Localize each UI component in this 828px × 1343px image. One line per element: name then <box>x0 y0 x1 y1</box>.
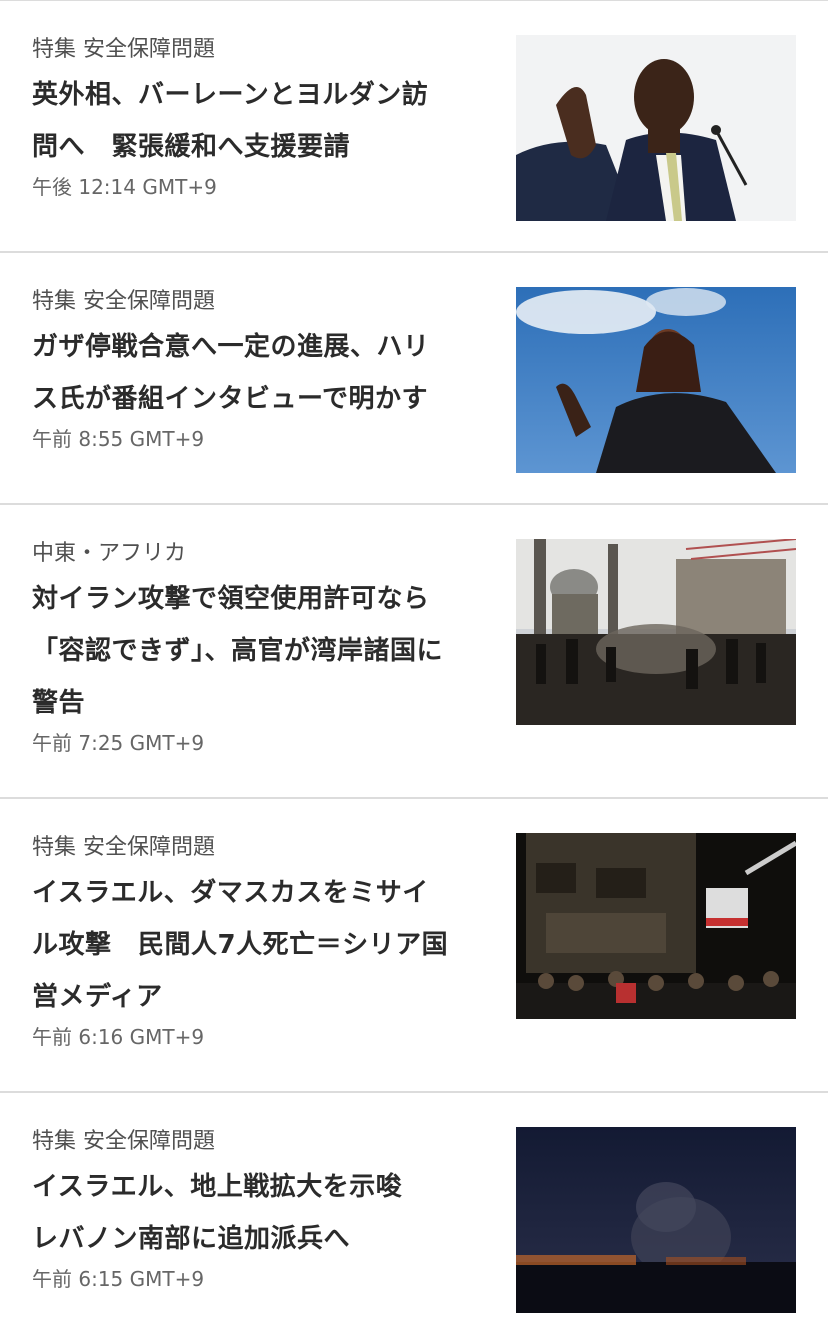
news-item-headline[interactable]: イスラエル、ダマスカスをミサイ ル攻撃 民間人7人死亡＝シリア国 営メディア <box>32 867 500 1023</box>
news-item-headline[interactable]: 対イラン攻撃で領空使用許可なら 「容認できず」、高官が湾岸諸国に 警告 <box>32 573 500 729</box>
news-item-text: 特集 安全保障問題 イスラエル、地上戦拡大を示唆 レバノン南部に追加派兵へ 午前… <box>32 1127 500 1342</box>
news-item-kicker[interactable]: 特集 安全保障問題 <box>32 833 500 863</box>
damaged-building-photo <box>516 833 796 1019</box>
smoke-city-night-photo <box>516 1127 796 1313</box>
news-item-thumbnail[interactable] <box>516 1127 796 1313</box>
news-item-text: 特集 安全保障問題 イスラエル、ダマスカスをミサイ ル攻撃 民間人7人死亡＝シリ… <box>32 833 500 1091</box>
news-item-timestamp: 午前 7:25 GMT+9 <box>32 731 205 755</box>
news-item-kicker[interactable]: 中東・アフリカ <box>32 539 500 569</box>
news-item[interactable]: 特集 安全保障問題 イスラエル、ダマスカスをミサイ ル攻撃 民間人7人死亡＝シリ… <box>0 799 828 1093</box>
news-item-kicker[interactable]: 特集 安全保障問題 <box>32 35 500 65</box>
news-item-timestamp: 午前 6:15 GMT+9 <box>32 1267 205 1291</box>
news-item[interactable]: 特集 安全保障問題 英外相、バーレーンとヨルダン訪 問へ 緊張緩和へ支援要請 午… <box>0 1 828 253</box>
news-item-kicker[interactable]: 特集 安全保障問題 <box>32 287 500 317</box>
news-item-timestamp: 午前 6:16 GMT+9 <box>32 1025 205 1049</box>
news-item-timestamp: 午前 8:55 GMT+9 <box>32 427 205 451</box>
news-item-thumbnail[interactable] <box>516 287 796 473</box>
news-item-text: 特集 安全保障問題 英外相、バーレーンとヨルダン訪 問へ 緊張緩和へ支援要請 午… <box>32 35 500 251</box>
news-item-headline[interactable]: ガザ停戦合意へ一定の進展、ハリ ス氏が番組インタビューで明かす <box>32 321 500 425</box>
news-item-text: 特集 安全保障問題 ガザ停戦合意へ一定の進展、ハリ ス氏が番組インタビューで明か… <box>32 287 500 503</box>
news-item-thumbnail[interactable] <box>516 539 796 725</box>
news-item[interactable]: 特集 安全保障問題 イスラエル、地上戦拡大を示唆 レバノン南部に追加派兵へ 午前… <box>0 1093 828 1342</box>
news-item-headline[interactable]: イスラエル、地上戦拡大を示唆 レバノン南部に追加派兵へ <box>32 1161 500 1265</box>
news-item-headline[interactable]: 英外相、バーレーンとヨルダン訪 問へ 緊張緩和へ支援要請 <box>32 69 500 173</box>
news-item-thumbnail[interactable] <box>516 35 796 221</box>
news-item-text: 中東・アフリカ 対イラン攻撃で領空使用許可なら 「容認できず」、高官が湾岸諸国に… <box>32 539 500 797</box>
news-item[interactable]: 中東・アフリカ 対イラン攻撃で領空使用許可なら 「容認できず」、高官が湾岸諸国に… <box>0 505 828 799</box>
blue-sky-portrait-photo <box>516 287 796 473</box>
crowd-mosque-photo <box>516 539 796 725</box>
minister-photo <box>516 35 796 221</box>
news-item-thumbnail[interactable] <box>516 833 796 1019</box>
news-item[interactable]: 特集 安全保障問題 ガザ停戦合意へ一定の進展、ハリ ス氏が番組インタビューで明か… <box>0 253 828 505</box>
news-feed: 特集 安全保障問題 英外相、バーレーンとヨルダン訪 問へ 緊張緩和へ支援要請 午… <box>0 1 828 1342</box>
news-item-timestamp: 午後 12:14 GMT+9 <box>32 175 217 199</box>
news-item-kicker[interactable]: 特集 安全保障問題 <box>32 1127 500 1157</box>
